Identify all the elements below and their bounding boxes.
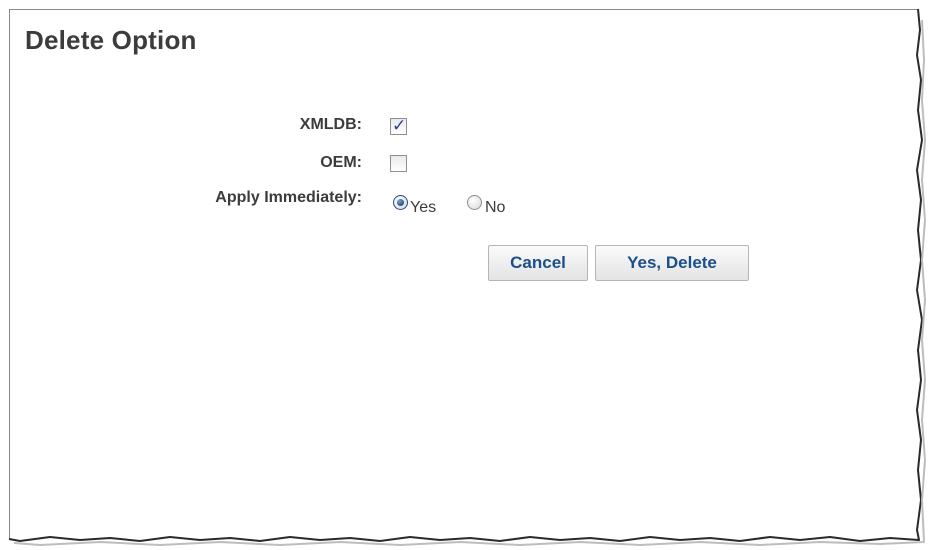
apply-immediately-yes-radio[interactable] <box>393 195 408 210</box>
oem-checkbox[interactable] <box>390 155 407 172</box>
apply-immediately-no-radio[interactable] <box>467 195 482 210</box>
radio-selected-dot-icon <box>397 199 404 206</box>
apply-immediately-yes-label[interactable]: Yes <box>410 199 436 217</box>
yes-delete-button[interactable]: Yes, Delete <box>595 245 749 281</box>
xmldb-label: XMLDB: <box>299 116 362 133</box>
check-icon: ✓ <box>392 116 407 135</box>
xmldb-checkbox[interactable]: ✓ <box>390 116 407 135</box>
apply-immediately-label: Apply Immediately: <box>215 189 362 206</box>
cancel-button[interactable]: Cancel <box>488 245 588 281</box>
apply-immediately-no-label[interactable]: No <box>485 199 505 217</box>
screenshot-stage: Delete Option XMLDB: ✓ OEM: Apply Immedi… <box>0 0 928 550</box>
dialog-title: Delete Option <box>25 25 197 55</box>
delete-option-dialog <box>9 9 919 539</box>
oem-label: OEM: <box>320 154 362 171</box>
